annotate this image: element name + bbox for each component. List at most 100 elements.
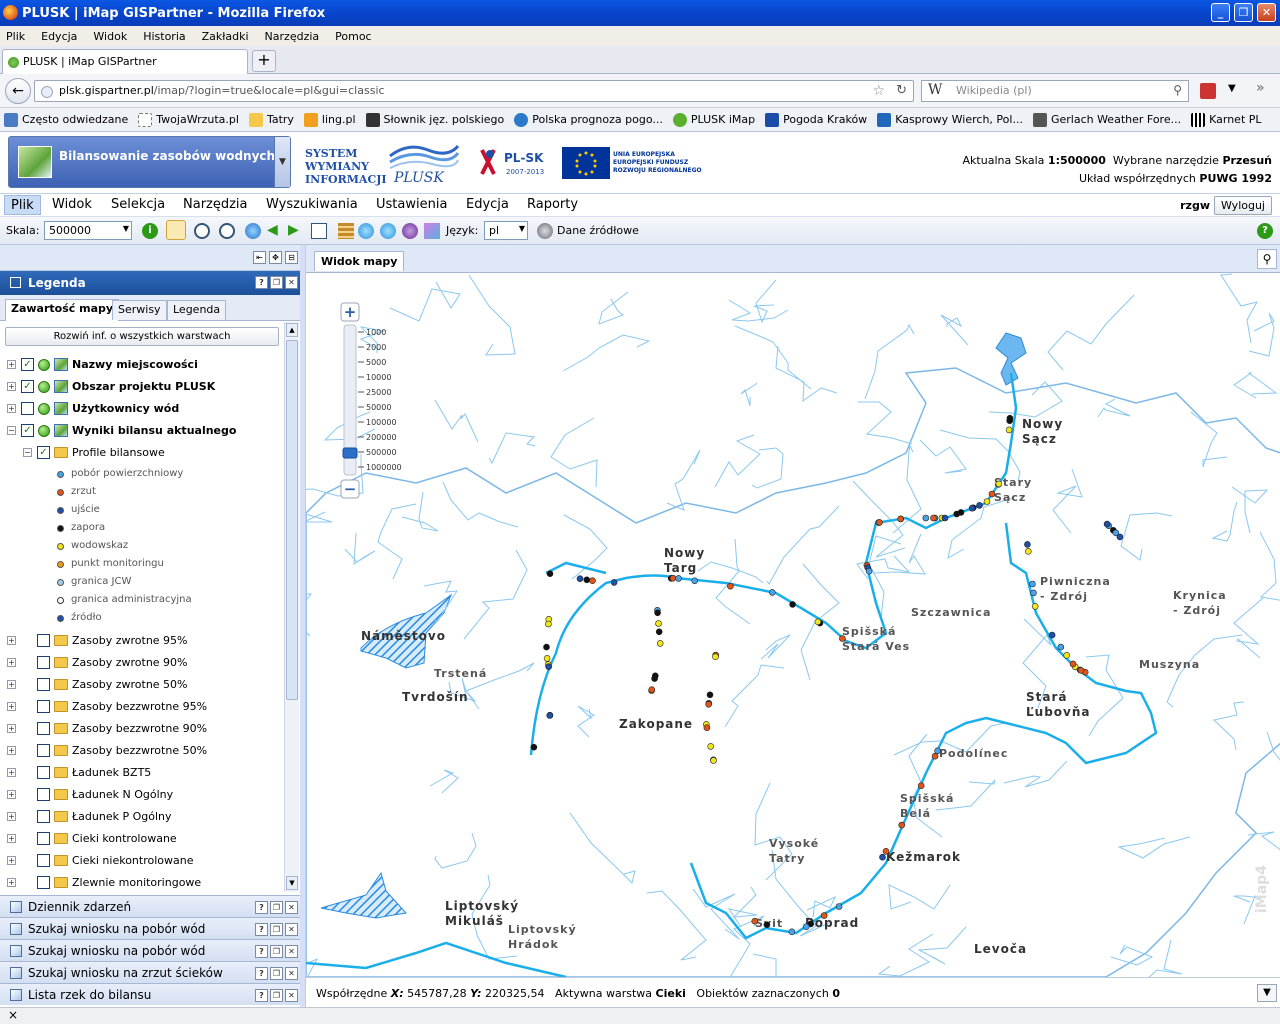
url-bar[interactable]: plsk.gispartner.pl/imap/?login=true&loca… <box>34 80 914 102</box>
help-icon[interactable]: ? <box>255 945 268 958</box>
expand-icon[interactable]: + <box>7 724 16 733</box>
menu-plik[interactable]: Plik <box>6 30 25 43</box>
scroll-down-icon[interactable]: ▼ <box>286 876 298 890</box>
tab-map-content[interactable]: Zawartość mapy <box>5 299 120 321</box>
expand-icon[interactable]: + <box>7 834 16 843</box>
maximize-button[interactable]: ❐ <box>1234 3 1253 22</box>
help-icon[interactable]: ? <box>255 923 268 936</box>
menu-historia[interactable]: Historia <box>143 30 185 43</box>
panel-search-intake[interactable]: Szukaj wniosku na pobór wód? ❐ ✕ <box>0 917 300 939</box>
bookmark-item[interactable]: Tatry <box>248 112 294 127</box>
menu-extra-icon[interactable]: » <box>1256 80 1265 96</box>
scroll-thumb[interactable] <box>286 340 298 700</box>
app-menu-wyszukiwania[interactable]: Wyszukiwania <box>266 197 358 212</box>
magnifier-icon[interactable]: ⚲ <box>1257 249 1277 269</box>
expand-icon[interactable]: + <box>7 382 16 391</box>
pdf-addon-icon[interactable] <box>1200 83 1216 99</box>
language-select[interactable]: pl ▼ <box>484 221 528 240</box>
zoom-in-icon[interactable] <box>194 223 210 239</box>
restore-icon[interactable]: ❐ <box>270 901 283 914</box>
bookmark-item[interactable]: PLUSK iMap <box>672 112 755 127</box>
browser-tab[interactable]: PLUSK | iMap GISPartner <box>2 49 248 74</box>
app-menu-widok[interactable]: Widok <box>52 197 92 212</box>
expand-icon[interactable]: + <box>7 856 16 865</box>
reload-icon[interactable]: ↻ <box>896 83 907 98</box>
close-icon[interactable]: ✕ <box>285 901 298 914</box>
expand-icon[interactable]: + <box>7 768 16 777</box>
folder-checkbox[interactable] <box>37 854 50 867</box>
expand-icon[interactable]: + <box>7 360 16 369</box>
layer-visible-icon[interactable] <box>38 425 50 437</box>
bookmark-item[interactable]: TwojaWrzuta.pl <box>138 112 239 127</box>
table-icon[interactable] <box>338 223 354 239</box>
folder-checkbox[interactable] <box>37 766 50 779</box>
layer-checkbox[interactable] <box>21 402 34 415</box>
menu-pomoc[interactable]: Pomoc <box>335 30 371 43</box>
chevron-down-icon[interactable]: ▼ <box>274 137 290 187</box>
close-window-button[interactable]: ✕ <box>1257 3 1276 22</box>
bookmark-item[interactable]: ling.pl <box>303 112 356 127</box>
app-menu-selekcja[interactable]: Selekcja <box>111 197 165 212</box>
expand-icon[interactable]: + <box>7 658 16 667</box>
back-button[interactable]: ← <box>5 78 31 104</box>
move-icon[interactable]: ✥ <box>269 251 282 264</box>
panel-event-log[interactable]: Dziennik zdarzeń? ❐ ✕ <box>0 895 300 917</box>
expand-icon[interactable]: + <box>7 790 16 799</box>
menu-widok[interactable]: Widok <box>93 30 127 43</box>
layer-visible-icon[interactable] <box>38 359 50 371</box>
search-box[interactable]: W Wikipedia (pl) ⚲ <box>921 80 1189 102</box>
expand-icon[interactable]: + <box>7 812 16 821</box>
expand-all-button[interactable]: Rozwiń inf. o wszystkich warstwach <box>5 327 279 346</box>
group-checkbox[interactable]: ✓ <box>37 446 50 459</box>
folder-checkbox[interactable] <box>37 678 50 691</box>
bookmark-item[interactable]: Kasprowy Wierch, Pol... <box>877 112 1023 127</box>
bookmark-item[interactable]: Słownik jęz. polskiego <box>365 112 504 127</box>
folder-checkbox[interactable] <box>37 722 50 735</box>
close-icon[interactable]: ✕ <box>285 967 298 980</box>
restore-icon[interactable]: ❐ <box>270 989 283 1002</box>
zoom-out-icon[interactable] <box>219 223 235 239</box>
restore-icon[interactable]: ❐ <box>270 945 283 958</box>
app-menu-raporty[interactable]: Raporty <box>527 197 578 212</box>
help-icon[interactable]: ? <box>255 967 268 980</box>
restore-icon[interactable]: ❐ <box>270 923 283 936</box>
map-canvas[interactable]: Nowy Sącz Stary Sącz Nowy Targ Náměstovo Trsten… <box>306 273 1280 977</box>
folder-checkbox[interactable] <box>37 744 50 757</box>
collapse-left-icon[interactable]: ⇤ <box>253 251 266 264</box>
next-view-icon[interactable]: ▶ <box>288 223 304 239</box>
app-menu-ustawienia[interactable]: Ustawienia <box>376 197 447 212</box>
panel-river-list[interactable]: Lista rzek do bilansu? ❐ ✕ <box>0 983 300 1005</box>
folder-checkbox[interactable] <box>37 832 50 845</box>
menu-zakladki[interactable]: Zakładki <box>202 30 249 43</box>
bookmark-item[interactable]: Często odwiedzane <box>4 112 128 127</box>
bookmark-item[interactable]: Pogoda Kraków <box>765 112 867 127</box>
layer-checkbox[interactable]: ✓ <box>21 380 34 393</box>
help-icon[interactable]: ? <box>1257 223 1273 239</box>
folder-checkbox[interactable] <box>37 700 50 713</box>
map-svg[interactable]: Nowy SączStary SączNowy TargNáměstovoTrsten… <box>306 273 1280 977</box>
scroll-up-icon[interactable]: ▲ <box>286 323 298 337</box>
restore-icon[interactable]: ⊟ <box>285 251 298 264</box>
close-icon[interactable]: ✕ <box>285 276 298 289</box>
full-extent-icon[interactable] <box>245 223 261 239</box>
folder-checkbox[interactable] <box>37 788 50 801</box>
logout-button[interactable]: Wyloguj <box>1214 196 1272 215</box>
layer-checkbox[interactable]: ✓ <box>21 424 34 437</box>
folder-checkbox[interactable] <box>37 656 50 669</box>
close-statusbar-icon[interactable]: × <box>8 1008 18 1022</box>
folder-checkbox[interactable] <box>37 810 50 823</box>
close-icon[interactable]: ✕ <box>285 945 298 958</box>
restore-icon[interactable]: ❐ <box>270 276 283 289</box>
folder-checkbox[interactable] <box>37 634 50 647</box>
new-tab-button[interactable]: + <box>252 50 276 72</box>
layer-visible-icon[interactable] <box>38 403 50 415</box>
menu-edycja[interactable]: Edycja <box>41 30 77 43</box>
close-icon[interactable]: ✕ <box>285 923 298 936</box>
expand-icon[interactable]: + <box>7 746 16 755</box>
info-icon[interactable]: i <box>142 223 158 239</box>
chevron-down-icon[interactable]: ▼ <box>1228 83 1236 94</box>
water-drop-remove-icon[interactable] <box>402 223 418 239</box>
help-icon[interactable]: ? <box>255 989 268 1002</box>
window-zoom-icon[interactable] <box>311 223 327 239</box>
tab-services[interactable]: Serwisy <box>112 300 167 320</box>
